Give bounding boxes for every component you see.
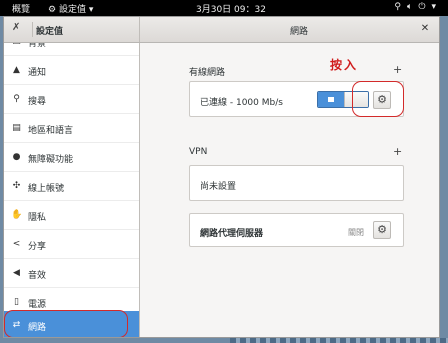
close-icon[interactable]: ✕ [419, 23, 431, 35]
region-icon: ▤ [12, 123, 21, 133]
settings-window: ✗ 設定值 網路 ✕ ▣ 背景 ▲ 通知 ⚲ 搜尋 ▤ 地區和語言 ● 無障礙功… [3, 16, 440, 338]
sidebar-item-label: 搜尋 [28, 97, 47, 107]
volume-icon: 🔈︎ [406, 2, 413, 12]
sidebar-item-label: 音效 [28, 271, 47, 281]
search-icon: ⚲ [13, 94, 20, 104]
sidebar-item-search[interactable]: ⚲ 搜尋 [4, 85, 139, 114]
sidebar-item-label: 背景 [28, 43, 47, 49]
sidebar-item-sharing[interactable]: < 分享 [4, 230, 139, 259]
proxy-status: 關閉 [348, 228, 364, 237]
sidebar-item-label: 隱私 [28, 213, 47, 223]
gear-icon: ⚙ [377, 223, 387, 236]
app-menu-label: 設定值 [58, 5, 86, 15]
proxy-card[interactable]: 網路代理伺服器 關閉 ⚙ [189, 213, 404, 247]
tools-icon[interactable]: ✗ [12, 22, 27, 37]
chevron-down-icon: ▾ [88, 5, 94, 15]
sidebar: ▣ 背景 ▲ 通知 ⚲ 搜尋 ▤ 地區和語言 ● 無障礙功能 ✣ 線上帳號 ✋ … [4, 43, 140, 337]
wired-status: 已連線 - 1000 Mb/s [200, 98, 283, 108]
sidebar-item-online-accounts[interactable]: ✣ 線上帳號 [4, 172, 139, 201]
chevron-down-icon: ▾ [431, 2, 436, 12]
header-left: ✗ 設定值 [4, 17, 140, 42]
desktop-background [230, 338, 448, 343]
background-icon: ▣ [11, 43, 22, 47]
toggle-on-mark [328, 97, 334, 102]
proxy-label: 網路代理伺服器 [200, 229, 264, 239]
wired-section-title: 有線網路 [189, 68, 226, 78]
sidebar-item-label: 地區和語言 [28, 126, 74, 136]
sidebar-item-notifications[interactable]: ▲ 通知 [4, 56, 139, 85]
accessibility-icon: ● [12, 152, 21, 162]
sidebar-item-label: 線上帳號 [28, 184, 65, 194]
sidebar-item-label: 無障礙功能 [28, 155, 74, 165]
sidebar-title: 設定值 [36, 27, 64, 37]
sidebar-item-background[interactable]: ▣ 背景 [4, 43, 139, 56]
power-icon: ▯ [14, 297, 19, 307]
privacy-icon: ✋ [11, 210, 23, 220]
annotation-label: 按入 [330, 58, 359, 72]
sidebar-item-label: 分享 [28, 242, 47, 252]
header-bar: ✗ 設定值 網路 ✕ [4, 17, 439, 43]
sidebar-item-accessibility[interactable]: ● 無障礙功能 [4, 143, 139, 172]
sidebar-item-sound[interactable]: ◀ 音效 [4, 259, 139, 288]
header-separator [32, 22, 33, 37]
app-menu-button[interactable]: ⚙ 設定值 ▾ [48, 2, 93, 15]
power-icon: ⏻ [418, 2, 426, 12]
online-accounts-icon: ✣ [12, 181, 21, 191]
toggle-on-fill [318, 92, 344, 107]
page-title: 網路 [290, 27, 309, 37]
sidebar-item-privacy[interactable]: ✋ 隱私 [4, 201, 139, 230]
top-bar: 概覽 ⚙ 設定值 ▾ 3月30日 09：32 ⚲ 🔈︎ ⏻ ▾ [0, 0, 448, 16]
vpn-section-title: VPN [189, 147, 208, 157]
share-icon: < [12, 239, 21, 249]
bell-icon: ▲ [13, 65, 20, 75]
network-icon: ⚲ [394, 2, 401, 12]
sidebar-item-label: 電源 [28, 300, 47, 310]
vpn-card: 尚未設置 [189, 165, 404, 201]
vpn-empty-text: 尚未設置 [200, 182, 237, 192]
activities-button[interactable]: 概覽 [12, 2, 30, 15]
clock[interactable]: 3月30日 09：32 [196, 2, 266, 15]
sidebar-item-label: 通知 [28, 68, 47, 78]
add-vpn-button[interactable]: + [393, 145, 402, 158]
add-wired-button[interactable]: + [393, 63, 402, 76]
proxy-settings-button[interactable]: ⚙ [373, 221, 391, 239]
sidebar-item-region[interactable]: ▤ 地區和語言 [4, 114, 139, 143]
system-menu[interactable]: ⚲ 🔈︎ ⏻ ▾ [394, 2, 436, 12]
app-menu-icon: ⚙ [48, 5, 57, 15]
annotation-highlight-gear [352, 81, 404, 117]
sound-icon: ◀ [13, 268, 20, 278]
annotation-highlight-network [4, 310, 128, 337]
